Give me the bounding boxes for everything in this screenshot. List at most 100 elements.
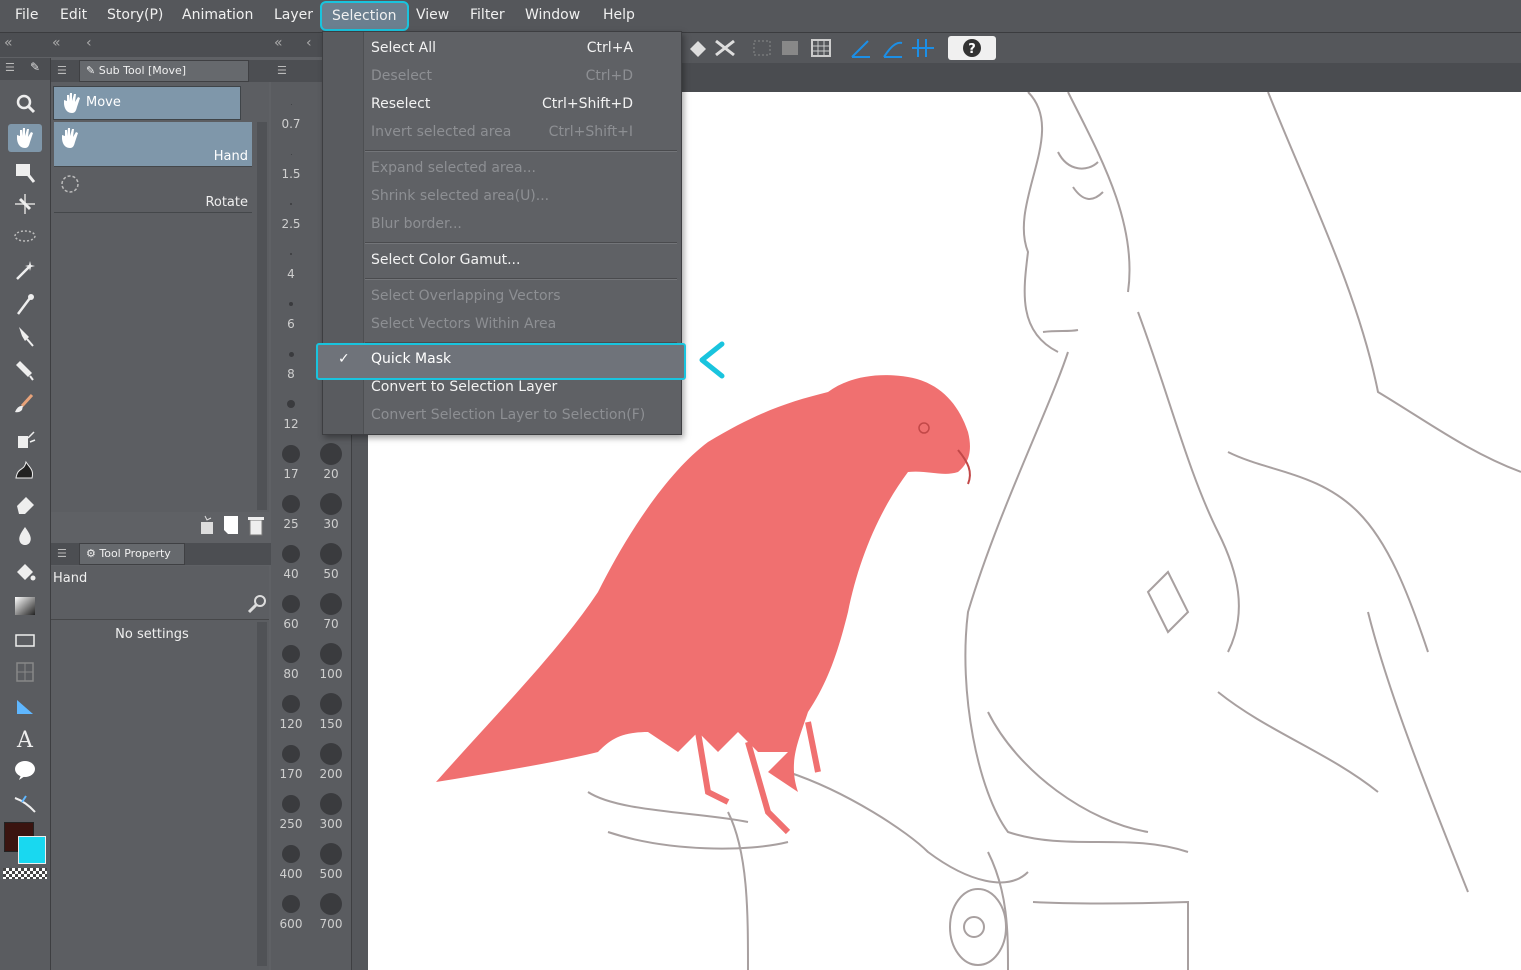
brush-size-dot[interactable] [288, 351, 294, 357]
balloon-tool[interactable] [12, 758, 38, 782]
menu-item-select-all[interactable]: Select All [371, 40, 436, 56]
menu-icon[interactable]: ☰ [57, 547, 67, 560]
subtool-group-move[interactable]: Move [53, 86, 241, 120]
chevron-left-icon[interactable]: ‹ [306, 35, 312, 51]
brush-size-dot[interactable] [282, 495, 300, 513]
brush-size-dot[interactable] [320, 893, 342, 915]
help-button[interactable]: ? [948, 36, 996, 60]
menu-filter[interactable]: Filter [470, 7, 505, 23]
correct-line-tool[interactable] [12, 792, 38, 816]
brush-size-dot[interactable] [287, 400, 295, 408]
frame-border-tool[interactable] [12, 660, 38, 684]
grid-icon[interactable] [808, 37, 834, 59]
transparent-color-swatch[interactable] [3, 868, 47, 879]
ruler-snap-icon[interactable] [848, 37, 874, 59]
sub-color-swatch[interactable] [18, 836, 46, 864]
shortcut-invert-selection: Ctrl+Shift+I [548, 124, 633, 140]
eyedropper-tool[interactable] [12, 292, 38, 316]
brush-size-dot[interactable] [320, 593, 342, 615]
special-ruler-snap-icon[interactable] [880, 37, 906, 59]
brush-size-dot[interactable] [282, 545, 300, 563]
menu-window[interactable]: Window [525, 7, 580, 23]
menu-item-convert-to-selection-layer[interactable]: Convert to Selection Layer [371, 379, 557, 395]
speech-balloon-icon [15, 761, 35, 780]
menu-icon[interactable]: ☰ [57, 64, 67, 77]
brush-size-dot[interactable] [282, 695, 300, 713]
new-subtool-icon[interactable] [221, 514, 243, 536]
layer-move-tool[interactable] [12, 192, 38, 216]
brush-size-dot[interactable] [290, 153, 292, 155]
gradient-tool[interactable] [12, 594, 38, 618]
subtool-scrollbar[interactable] [257, 122, 267, 510]
fill-icon[interactable] [684, 37, 710, 59]
pencil-tool[interactable] [12, 358, 38, 382]
brush-size-dot[interactable] [282, 845, 300, 863]
quick-mask-label: Quick Mask [371, 351, 452, 367]
ruler-tool[interactable] [12, 694, 38, 718]
menu-file[interactable]: File [15, 7, 38, 23]
brush-size-label: 12 [283, 417, 299, 431]
brush-size-dot[interactable] [282, 745, 300, 763]
subtool-settings-icon[interactable] [197, 514, 219, 536]
subtool-item-hand[interactable]: Hand [54, 122, 252, 167]
menu-item-quick-mask[interactable]: ✓ Quick Mask [316, 343, 686, 380]
eraser-tool[interactable] [12, 492, 38, 516]
brush-size-dot[interactable] [320, 493, 342, 515]
brush-tool[interactable] [12, 392, 38, 416]
selection-tool[interactable] [12, 224, 38, 248]
brush-size-dot[interactable] [282, 595, 300, 613]
brush-size-dot[interactable] [290, 203, 292, 205]
brush-size-dot[interactable] [282, 895, 300, 913]
menu-story[interactable]: Story(P) [107, 7, 163, 23]
subtool-panel: Move Hand Rotate [51, 82, 269, 536]
brush-size-dot[interactable] [282, 795, 300, 813]
brush-size-dot[interactable] [320, 443, 342, 465]
transform-icon[interactable] [712, 37, 738, 59]
move-tool[interactable] [8, 124, 42, 152]
zoom-tool[interactable] [12, 92, 38, 116]
airbrush-tool[interactable] [12, 426, 38, 450]
brush-size-dot[interactable] [289, 302, 293, 306]
menu-item-select-color-gamut[interactable]: Select Color Gamut... [371, 252, 520, 268]
auto-select-tool[interactable] [12, 258, 38, 282]
tab-subtool[interactable]: ✎ Sub Tool [Move] [79, 60, 249, 82]
brush-size-dot[interactable] [290, 103, 292, 105]
brush-size-dot[interactable] [320, 643, 342, 665]
menu-view[interactable]: View [416, 7, 449, 23]
brush-size-dot[interactable] [320, 843, 342, 865]
decoration-tool[interactable] [12, 458, 38, 482]
menu-item-reselect[interactable]: Reselect [371, 96, 430, 112]
tool-property-scrollbar[interactable] [257, 622, 267, 966]
wrench-icon[interactable] [245, 594, 267, 616]
menu-icon[interactable]: ☰ [277, 64, 287, 77]
brush-size-dot[interactable] [320, 543, 342, 565]
text-tool[interactable]: A [12, 726, 38, 753]
brush-size-dot[interactable] [282, 445, 300, 463]
pen-tool[interactable] [12, 324, 38, 348]
menu-icon[interactable]: ☰ [5, 61, 15, 74]
tab-tool-property[interactable]: ⚙ Tool Property [79, 543, 185, 565]
blend-tool[interactable] [12, 524, 38, 548]
menu-selection[interactable]: Selection [320, 1, 409, 31]
brush-size-dot[interactable] [290, 253, 292, 255]
crop-icon[interactable] [778, 37, 804, 59]
fill-tool[interactable] [12, 560, 38, 584]
operation-tool[interactable] [12, 160, 38, 184]
brush-size-dot[interactable] [320, 743, 342, 765]
brush-size-dot[interactable] [320, 693, 342, 715]
menu-help[interactable]: Help [603, 7, 635, 23]
brush-size-dot[interactable] [282, 645, 300, 663]
collapse-left-icon[interactable]: « [274, 35, 283, 51]
clear-selection-icon[interactable] [750, 37, 776, 59]
brush-size-dot[interactable] [320, 793, 342, 815]
menu-layer[interactable]: Layer [274, 7, 313, 23]
subtool-item-rotate[interactable]: Rotate [54, 168, 252, 213]
menu-edit[interactable]: Edit [60, 7, 87, 23]
collapse-left-icon[interactable]: « [52, 35, 61, 51]
trash-icon[interactable] [245, 514, 267, 536]
figure-tool[interactable] [12, 628, 38, 652]
collapse-left-icon[interactable]: « [4, 35, 13, 51]
grid-snap-icon[interactable] [910, 37, 936, 59]
menu-animation[interactable]: Animation [182, 7, 253, 23]
chevron-left-icon[interactable]: ‹ [86, 35, 92, 51]
